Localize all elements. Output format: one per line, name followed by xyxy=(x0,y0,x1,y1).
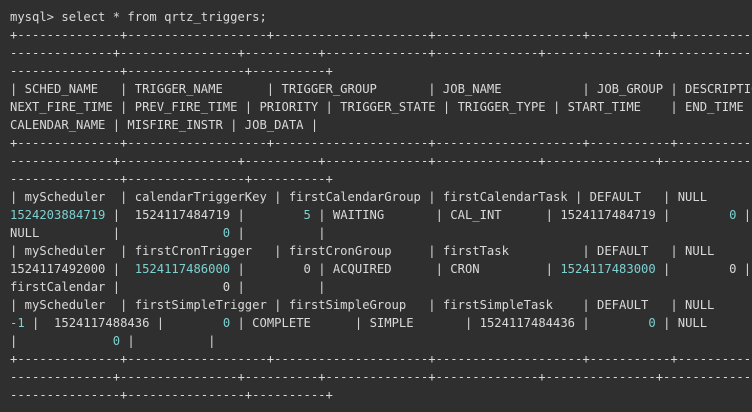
terminal-line: ---------------+----------------+-------… xyxy=(10,170,752,188)
highlighted-number: 5 xyxy=(303,208,311,222)
terminal-text: CALENDAR_NAME | MISFIRE_INSTR | JOB_DATA… xyxy=(10,118,319,132)
terminal-text: | WAITING | CAL_INT | 1524117484719 | xyxy=(310,208,730,222)
highlighted-number: 1524203884719 xyxy=(10,208,106,222)
highlighted-number: -1 xyxy=(10,316,25,330)
terminal-text: | myScheduler | calendarTriggerKey | fir… xyxy=(10,190,752,204)
terminal-output: mysql> select * from qrtz_triggers; +----… xyxy=(10,8,752,404)
terminal-text: | 1524117484719 | xyxy=(105,208,304,222)
terminal-text: ---------------+----------------+-------… xyxy=(10,172,333,186)
terminal-text: +--------------+-------------------+----… xyxy=(10,352,752,366)
terminal-text: | 1524117488436 | xyxy=(24,316,223,330)
terminal-line: | SCHED_NAME | TRIGGER_NAME | TRIGGER_GR… xyxy=(10,80,752,98)
terminal-text: | xyxy=(10,334,113,348)
terminal-text: | | xyxy=(120,334,216,348)
highlighted-number: 1524117483000 xyxy=(560,262,656,276)
terminal-text: | 0 | xyxy=(655,262,752,276)
terminal-text: ---------------+----------------+-------… xyxy=(10,64,333,78)
terminal-line: --------------+----------------+--------… xyxy=(10,152,752,170)
terminal-line: NEXT_FIRE_TIME | PREV_FIRE_TIME | PRIORI… xyxy=(10,98,752,116)
terminal-line: | myScheduler | firstCronTrigger | first… xyxy=(10,242,752,260)
terminal-text: +--------------+-------------------+----… xyxy=(10,28,752,42)
terminal-text: | NULL xyxy=(655,316,708,330)
terminal-text: | 0 | ACQUIRED | CRON | xyxy=(230,262,561,276)
terminal-window[interactable]: mysql> select * from qrtz_triggers; +----… xyxy=(0,0,752,412)
terminal-text: NEXT_FIRE_TIME | PREV_FIRE_TIME | PRIORI… xyxy=(10,100,752,114)
terminal-line: +--------------+-------------------+----… xyxy=(10,134,752,152)
terminal-line: +--------------+-------------------+----… xyxy=(10,26,752,44)
terminal-line: | 0 | | xyxy=(10,332,752,350)
terminal-text: --------------+----------------+--------… xyxy=(10,370,752,384)
terminal-text: | SCHED_NAME | TRIGGER_NAME | TRIGGER_GR… xyxy=(10,82,752,96)
terminal-text: ---------------+----------------+-------… xyxy=(10,388,333,402)
terminal-line: +--------------+-------------------+----… xyxy=(10,350,752,368)
terminal-line: | myScheduler | calendarTriggerKey | fir… xyxy=(10,188,752,206)
terminal-line: 1524117492000 | 1524117486000 | 0 | ACQU… xyxy=(10,260,752,278)
terminal-text: 1524117492000 | xyxy=(10,262,135,276)
terminal-text: | myScheduler | firstSimpleTrigger | fir… xyxy=(10,298,752,312)
terminal-line: firstCalendar | 0 | | xyxy=(10,278,752,296)
terminal-line: NULL | 0 | | xyxy=(10,224,752,242)
terminal-line: CALENDAR_NAME | MISFIRE_INSTR | JOB_DATA… xyxy=(10,116,752,134)
highlighted-number: 0 xyxy=(648,316,656,330)
terminal-text: | xyxy=(736,208,752,222)
terminal-text: mysql> select * from qrtz_triggers; xyxy=(10,10,267,24)
terminal-line: 1524203884719 | 1524117484719 | 5 | WAIT… xyxy=(10,206,752,224)
terminal-line: --------------+----------------+--------… xyxy=(10,368,752,386)
terminal-line: --------------+----------------+--------… xyxy=(10,44,752,62)
terminal-line: ---------------+----------------+-------… xyxy=(10,386,752,404)
highlighted-number: 0 xyxy=(112,334,121,348)
terminal-text: | myScheduler | firstCronTrigger | first… xyxy=(10,244,752,258)
terminal-text: NULL | xyxy=(10,226,223,240)
terminal-text: firstCalendar | 0 | | xyxy=(10,280,326,294)
terminal-line: | myScheduler | firstSimpleTrigger | fir… xyxy=(10,296,752,314)
terminal-text: | COMPLETE | SIMPLE | 1524117484436 | xyxy=(230,316,649,330)
terminal-text: +--------------+-------------------+----… xyxy=(10,136,752,150)
terminal-line: -1 | 1524117488436 | 0 | COMPLETE | SIMP… xyxy=(10,314,752,332)
terminal-text: --------------+----------------+--------… xyxy=(10,154,752,168)
terminal-line: ---------------+----------------+-------… xyxy=(10,62,752,80)
terminal-text: --------------+----------------+--------… xyxy=(10,46,752,60)
mysql-command-line: mysql> select * from qrtz_triggers; xyxy=(10,8,752,26)
highlighted-number: 1524117486000 xyxy=(134,262,231,276)
terminal-text: | | xyxy=(230,226,326,240)
